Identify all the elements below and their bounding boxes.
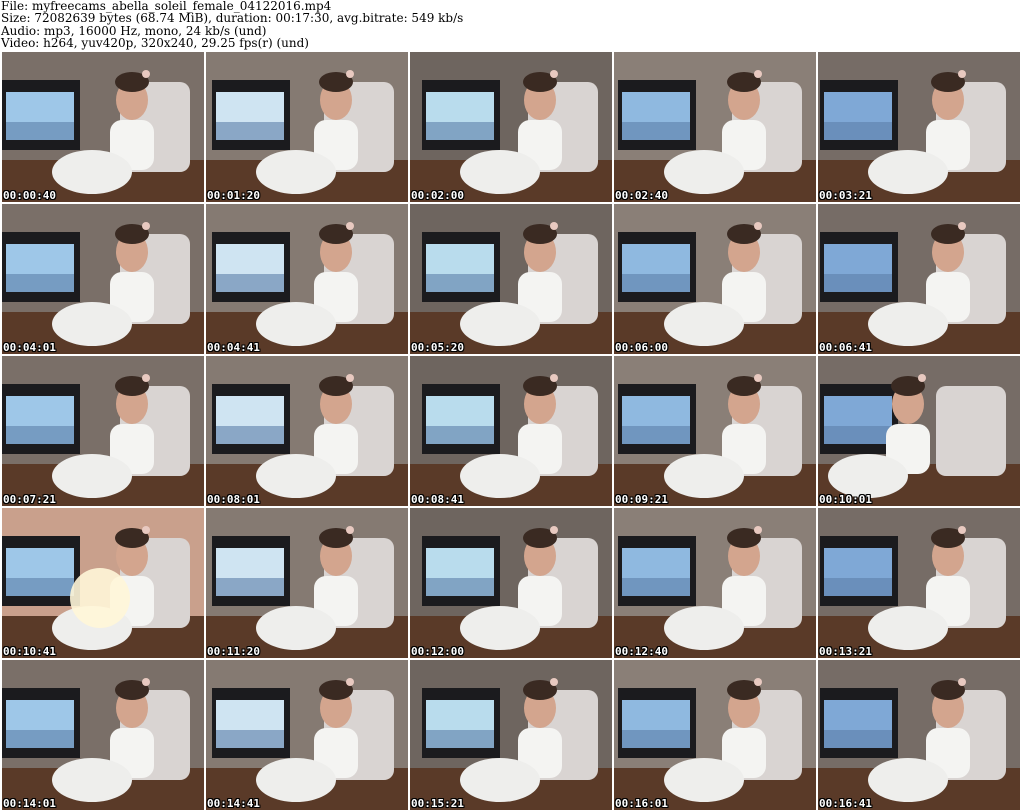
video-frame-thumbnail: 00:10:41	[2, 508, 204, 658]
thumbnail-timestamp: 00:13:21	[819, 645, 872, 658]
thumbnail-timestamp: 00:05:20	[411, 341, 464, 354]
frame-image	[614, 356, 816, 506]
frame-image	[2, 52, 204, 202]
frame-image	[206, 660, 408, 810]
thumbnail-timestamp: 00:08:41	[411, 493, 464, 506]
video-frame-thumbnail: 00:03:21	[818, 52, 1020, 202]
video-frame-thumbnail: 00:14:01	[2, 660, 204, 810]
thumbnail-timestamp: 00:10:41	[3, 645, 56, 658]
frame-image	[818, 660, 1020, 810]
thumbnail-timestamp: 00:14:01	[3, 797, 56, 810]
thumbnail-timestamp: 00:00:40	[3, 189, 56, 202]
video-frame-thumbnail: 00:16:01	[614, 660, 816, 810]
thumbnail-timestamp: 00:03:21	[819, 189, 872, 202]
frame-image	[2, 508, 204, 658]
video-info-line: Video: h264, yuv420p, 320x240, 29.25 fps…	[1, 36, 309, 51]
frame-image	[206, 52, 408, 202]
video-frame-thumbnail: 00:13:21	[818, 508, 1020, 658]
frame-image	[614, 508, 816, 658]
video-frame-thumbnail: 00:12:00	[410, 508, 612, 658]
frame-image	[2, 356, 204, 506]
frame-image	[2, 204, 204, 354]
thumbnail-timestamp: 00:06:00	[615, 341, 668, 354]
frame-image	[206, 356, 408, 506]
video-frame-thumbnail: 00:09:21	[614, 356, 816, 506]
thumbnail-timestamp: 00:11:20	[207, 645, 260, 658]
video-frame-thumbnail: 00:05:20	[410, 204, 612, 354]
thumbnail-timestamp: 00:06:41	[819, 341, 872, 354]
file-info-header: File: myfreecams_abella_soleil_female_04…	[0, 0, 1024, 50]
file-size-line: Size: 72082639 bytes (68.74 MiB), durati…	[1, 11, 464, 26]
thumbnail-timestamp: 00:16:01	[615, 797, 668, 810]
thumbnail-timestamp: 00:02:00	[411, 189, 464, 202]
video-frame-thumbnail: 00:04:01	[2, 204, 204, 354]
video-frame-thumbnail: 00:01:20	[206, 52, 408, 202]
frame-image	[410, 204, 612, 354]
thumbnail-timestamp: 00:04:01	[3, 341, 56, 354]
video-frame-thumbnail: 00:04:41	[206, 204, 408, 354]
video-frame-thumbnail: 00:02:40	[614, 52, 816, 202]
thumbnail-timestamp: 00:04:41	[207, 341, 260, 354]
frame-image	[410, 52, 612, 202]
video-frame-thumbnail: 00:14:41	[206, 660, 408, 810]
thumbnail-timestamp: 00:15:21	[411, 797, 464, 810]
frame-image	[2, 660, 204, 810]
thumbnail-timestamp: 00:16:41	[819, 797, 872, 810]
thumbnail-timestamp: 00:07:21	[3, 493, 56, 506]
frame-image	[818, 356, 1020, 506]
video-frame-thumbnail: 00:06:00	[614, 204, 816, 354]
video-frame-thumbnail: 00:00:40	[2, 52, 204, 202]
video-frame-thumbnail: 00:12:40	[614, 508, 816, 658]
video-frame-thumbnail: 00:08:01	[206, 356, 408, 506]
video-frame-thumbnail: 00:11:20	[206, 508, 408, 658]
thumbnail-grid: 00:00:40 00:01:20 00:02:00 00:02:40 00:03:21…	[2, 52, 1020, 810]
thumbnail-timestamp: 00:12:00	[411, 645, 464, 658]
frame-image	[206, 204, 408, 354]
thumbnail-timestamp: 00:10:01	[819, 493, 872, 506]
frame-image	[818, 52, 1020, 202]
frame-image	[614, 52, 816, 202]
thumbnail-timestamp: 00:01:20	[207, 189, 260, 202]
video-frame-thumbnail: 00:07:21	[2, 356, 204, 506]
video-frame-thumbnail: 00:16:41	[818, 660, 1020, 810]
video-frame-thumbnail: 00:08:41	[410, 356, 612, 506]
video-frame-thumbnail: 00:10:01	[818, 356, 1020, 506]
frame-image	[818, 204, 1020, 354]
thumbnail-timestamp: 00:14:41	[207, 797, 260, 810]
frame-image	[410, 508, 612, 658]
video-frame-thumbnail: 00:06:41	[818, 204, 1020, 354]
video-frame-thumbnail: 00:02:00	[410, 52, 612, 202]
thumbnail-timestamp: 00:08:01	[207, 493, 260, 506]
frame-image	[614, 204, 816, 354]
thumbnail-timestamp: 00:02:40	[615, 189, 668, 202]
thumbnail-timestamp: 00:12:40	[615, 645, 668, 658]
frame-image	[818, 508, 1020, 658]
frame-image	[206, 508, 408, 658]
frame-image	[614, 660, 816, 810]
frame-image	[410, 356, 612, 506]
video-frame-thumbnail: 00:15:21	[410, 660, 612, 810]
thumbnail-timestamp: 00:09:21	[615, 493, 668, 506]
frame-image	[410, 660, 612, 810]
